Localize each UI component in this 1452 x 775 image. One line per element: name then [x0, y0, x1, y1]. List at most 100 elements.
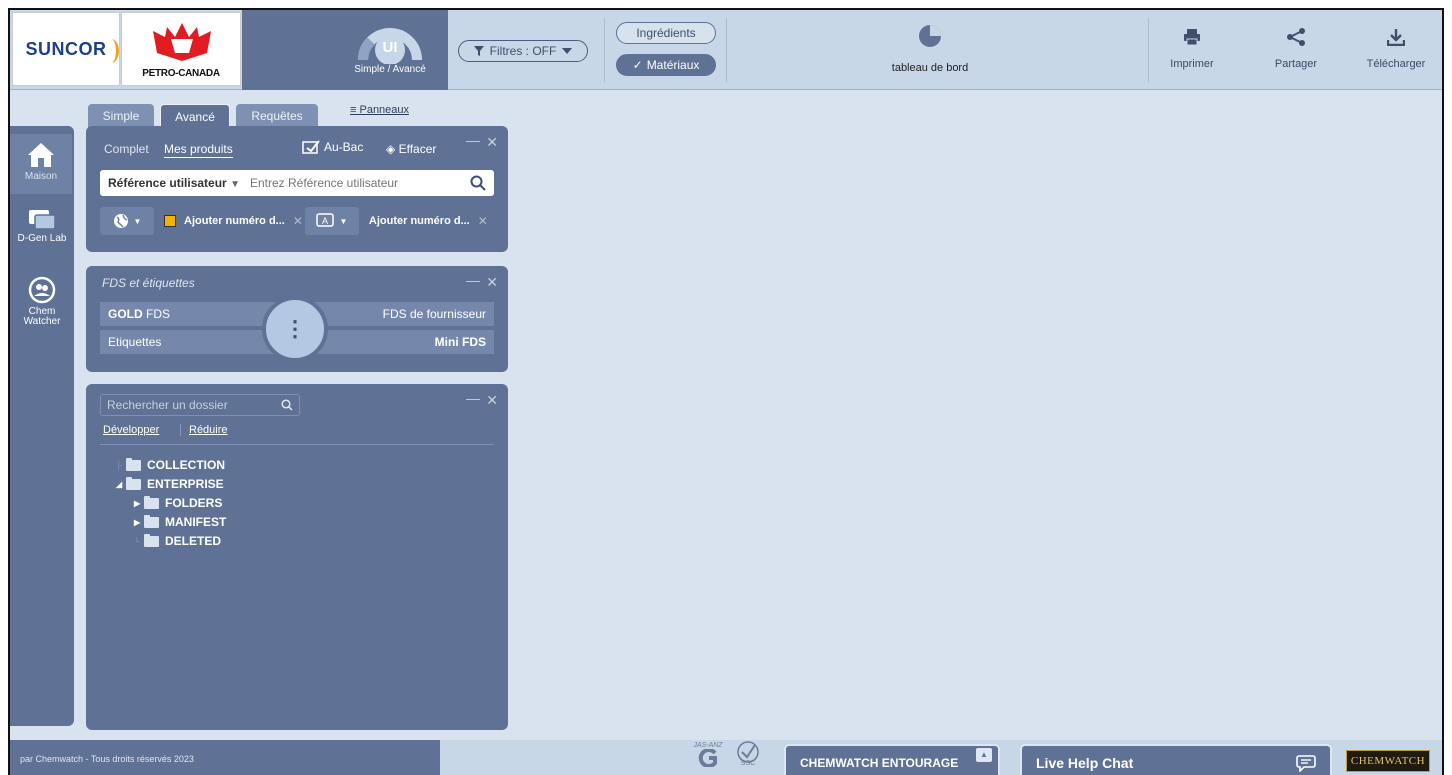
filters-toggle[interactable]: Filtres : OFF: [458, 40, 588, 62]
chemwatch-logo[interactable]: CHEMWATCH: [1346, 750, 1430, 772]
petro-canada-logo[interactable]: PETRO-CANADA: [121, 12, 241, 86]
nav-home-label: Maison: [24, 171, 58, 182]
top-header: SUNCOR PETRO-CANADA UI Simple / Avancé F…: [10, 10, 1442, 90]
folder-icon: [144, 495, 159, 509]
tree-line: ├: [116, 460, 122, 470]
tree-item-deleted[interactable]: └ DELETED: [134, 532, 221, 550]
mini-fds-button[interactable]: Mini FDS: [308, 330, 494, 354]
folder-icon: [144, 533, 159, 547]
fds-fournisseur-button[interactable]: FDS de fournisseur: [308, 302, 494, 326]
chevron-up-icon: ▲: [976, 748, 992, 762]
jas-anz-text: JAS-ANZ: [693, 742, 723, 749]
region-selector[interactable]: ▼: [100, 207, 154, 235]
divider: [100, 444, 494, 445]
dashboard-button[interactable]: tableau de bord: [870, 24, 990, 74]
field-selector[interactable]: Référence utilisateur ▼: [108, 176, 240, 190]
ui-mode-toggle[interactable]: UI Simple / Avancé: [242, 10, 448, 90]
download-button[interactable]: Télécharger: [1356, 28, 1436, 70]
close-icon[interactable]: ✕: [293, 214, 303, 228]
ingredients-toggle[interactable]: Ingrédients: [616, 22, 716, 44]
tree-item-folders[interactable]: ▶ FOLDERS: [134, 494, 222, 512]
expand-link[interactable]: Développer: [103, 424, 159, 436]
reference-input[interactable]: [249, 176, 470, 190]
au-bac-button[interactable]: Au-Bac: [302, 140, 363, 154]
nav-chem-label: Chem Watcher: [10, 307, 74, 327]
reference-search: Référence utilisateur ▼: [100, 170, 494, 196]
divider: [604, 18, 605, 82]
share-icon: [1287, 28, 1305, 46]
print-button[interactable]: Imprimer: [1152, 28, 1232, 70]
nav-dgen-lab[interactable]: D-Gen Lab: [10, 208, 74, 244]
chevron-down-icon: ▼: [339, 216, 348, 226]
globe-icon: [113, 214, 128, 228]
close-icon[interactable]: ✕: [486, 274, 498, 291]
gold-fds-button[interactable]: GOLD FDS: [100, 302, 288, 326]
nav-chem-watcher[interactable]: Chem Watcher: [10, 276, 74, 327]
tab-simple[interactable]: Simple: [88, 104, 154, 128]
ui-mode-label: Simple / Avancé: [354, 64, 426, 75]
svg-text:A: A: [322, 216, 328, 226]
minimize-icon[interactable]: —: [466, 132, 480, 148]
panneaux-label: Panneaux: [359, 104, 410, 116]
mes-produits-link[interactable]: Mes produits: [164, 142, 233, 158]
divider: [1148, 18, 1149, 82]
divider: [726, 18, 727, 82]
nav-dgen-label: D-Gen Lab: [17, 233, 67, 244]
nav-home[interactable]: Maison: [10, 134, 72, 194]
more-options-icon[interactable]: ⋮: [262, 296, 328, 362]
live-help-label: Live Help Chat: [1036, 755, 1134, 771]
materiaux-toggle[interactable]: ✓ Matériaux: [616, 54, 716, 76]
home-icon: [28, 143, 54, 167]
tree-line: └: [134, 536, 140, 546]
pie-chart-icon: [919, 25, 941, 47]
search-icon[interactable]: [281, 399, 293, 411]
search-panel: Complet Mes produits Au-Bac ◈ Effacer — …: [86, 126, 508, 252]
chip-add-number-1[interactable]: Ajouter numéro d...: [184, 215, 285, 227]
tree-label: DELETED: [165, 534, 222, 548]
tree-item-enterprise[interactable]: ◢ ENTERPRISE: [116, 475, 224, 493]
footer: par Chemwatch - Tous droits réservés 202…: [10, 740, 1442, 775]
copyright-text: par Chemwatch - Tous droits réservés 202…: [20, 754, 194, 764]
chat-icon: [1296, 755, 1316, 772]
app-frame: SUNCOR PETRO-CANADA UI Simple / Avancé F…: [8, 8, 1444, 775]
collapsed-caret-icon: ▶: [134, 498, 141, 508]
fds-panel-title: FDS et étiquettes: [102, 276, 195, 290]
panneaux-link[interactable]: ≡ Panneaux: [350, 104, 409, 116]
search-icon[interactable]: [470, 175, 486, 191]
chip-add-number-2[interactable]: Ajouter numéro d...: [369, 215, 470, 227]
folder-search-input[interactable]: [107, 398, 281, 412]
complet-link[interactable]: Complet: [104, 142, 149, 156]
tree-label: MANIFEST: [165, 515, 227, 529]
tree-label: FOLDERS: [165, 496, 223, 510]
folder-icon: [144, 514, 159, 528]
dashboard-label: tableau de bord: [891, 62, 969, 74]
minimize-icon[interactable]: —: [466, 272, 480, 288]
share-button[interactable]: Partager: [1256, 28, 1336, 70]
close-icon[interactable]: ✕: [486, 134, 498, 151]
close-icon[interactable]: ✕: [478, 214, 488, 228]
minimize-icon[interactable]: —: [466, 390, 480, 406]
live-help-chat-button[interactable]: Live Help Chat: [1020, 744, 1332, 775]
materiaux-label: Matériaux: [646, 58, 700, 72]
collapse-link[interactable]: Réduire: [180, 424, 228, 436]
hamburger-icon: ≡: [350, 104, 357, 116]
chevron-down-icon: ▼: [133, 216, 142, 226]
left-nav: Maison D-Gen Lab Chem Watcher: [10, 126, 74, 726]
tab-requetes[interactable]: Requêtes: [236, 104, 318, 128]
chemwatch-entourage-button[interactable]: CHEMWATCH ENTOURAGE ▲: [784, 744, 1000, 775]
close-icon[interactable]: ✕: [486, 392, 498, 409]
folder-icon: [126, 457, 141, 471]
tree-item-collection[interactable]: ├ COLLECTION: [116, 456, 225, 474]
gold-prefix: GOLD: [108, 307, 143, 321]
etiquettes-button[interactable]: Etiquettes: [100, 330, 288, 354]
tree-item-manifest[interactable]: ▶ MANIFEST: [134, 513, 226, 531]
effacer-button[interactable]: ◈ Effacer: [386, 142, 436, 156]
chevron-down-icon: [562, 48, 573, 54]
collapsed-caret-icon: ▶: [134, 517, 141, 527]
effacer-label: Effacer: [398, 142, 437, 156]
language-selector[interactable]: A ▼: [304, 207, 359, 235]
ui-badge: UI: [382, 39, 398, 56]
tab-avance[interactable]: Avancé: [160, 104, 230, 128]
suncor-logo[interactable]: SUNCOR: [12, 12, 120, 86]
suncor-arc-icon: [103, 39, 119, 63]
